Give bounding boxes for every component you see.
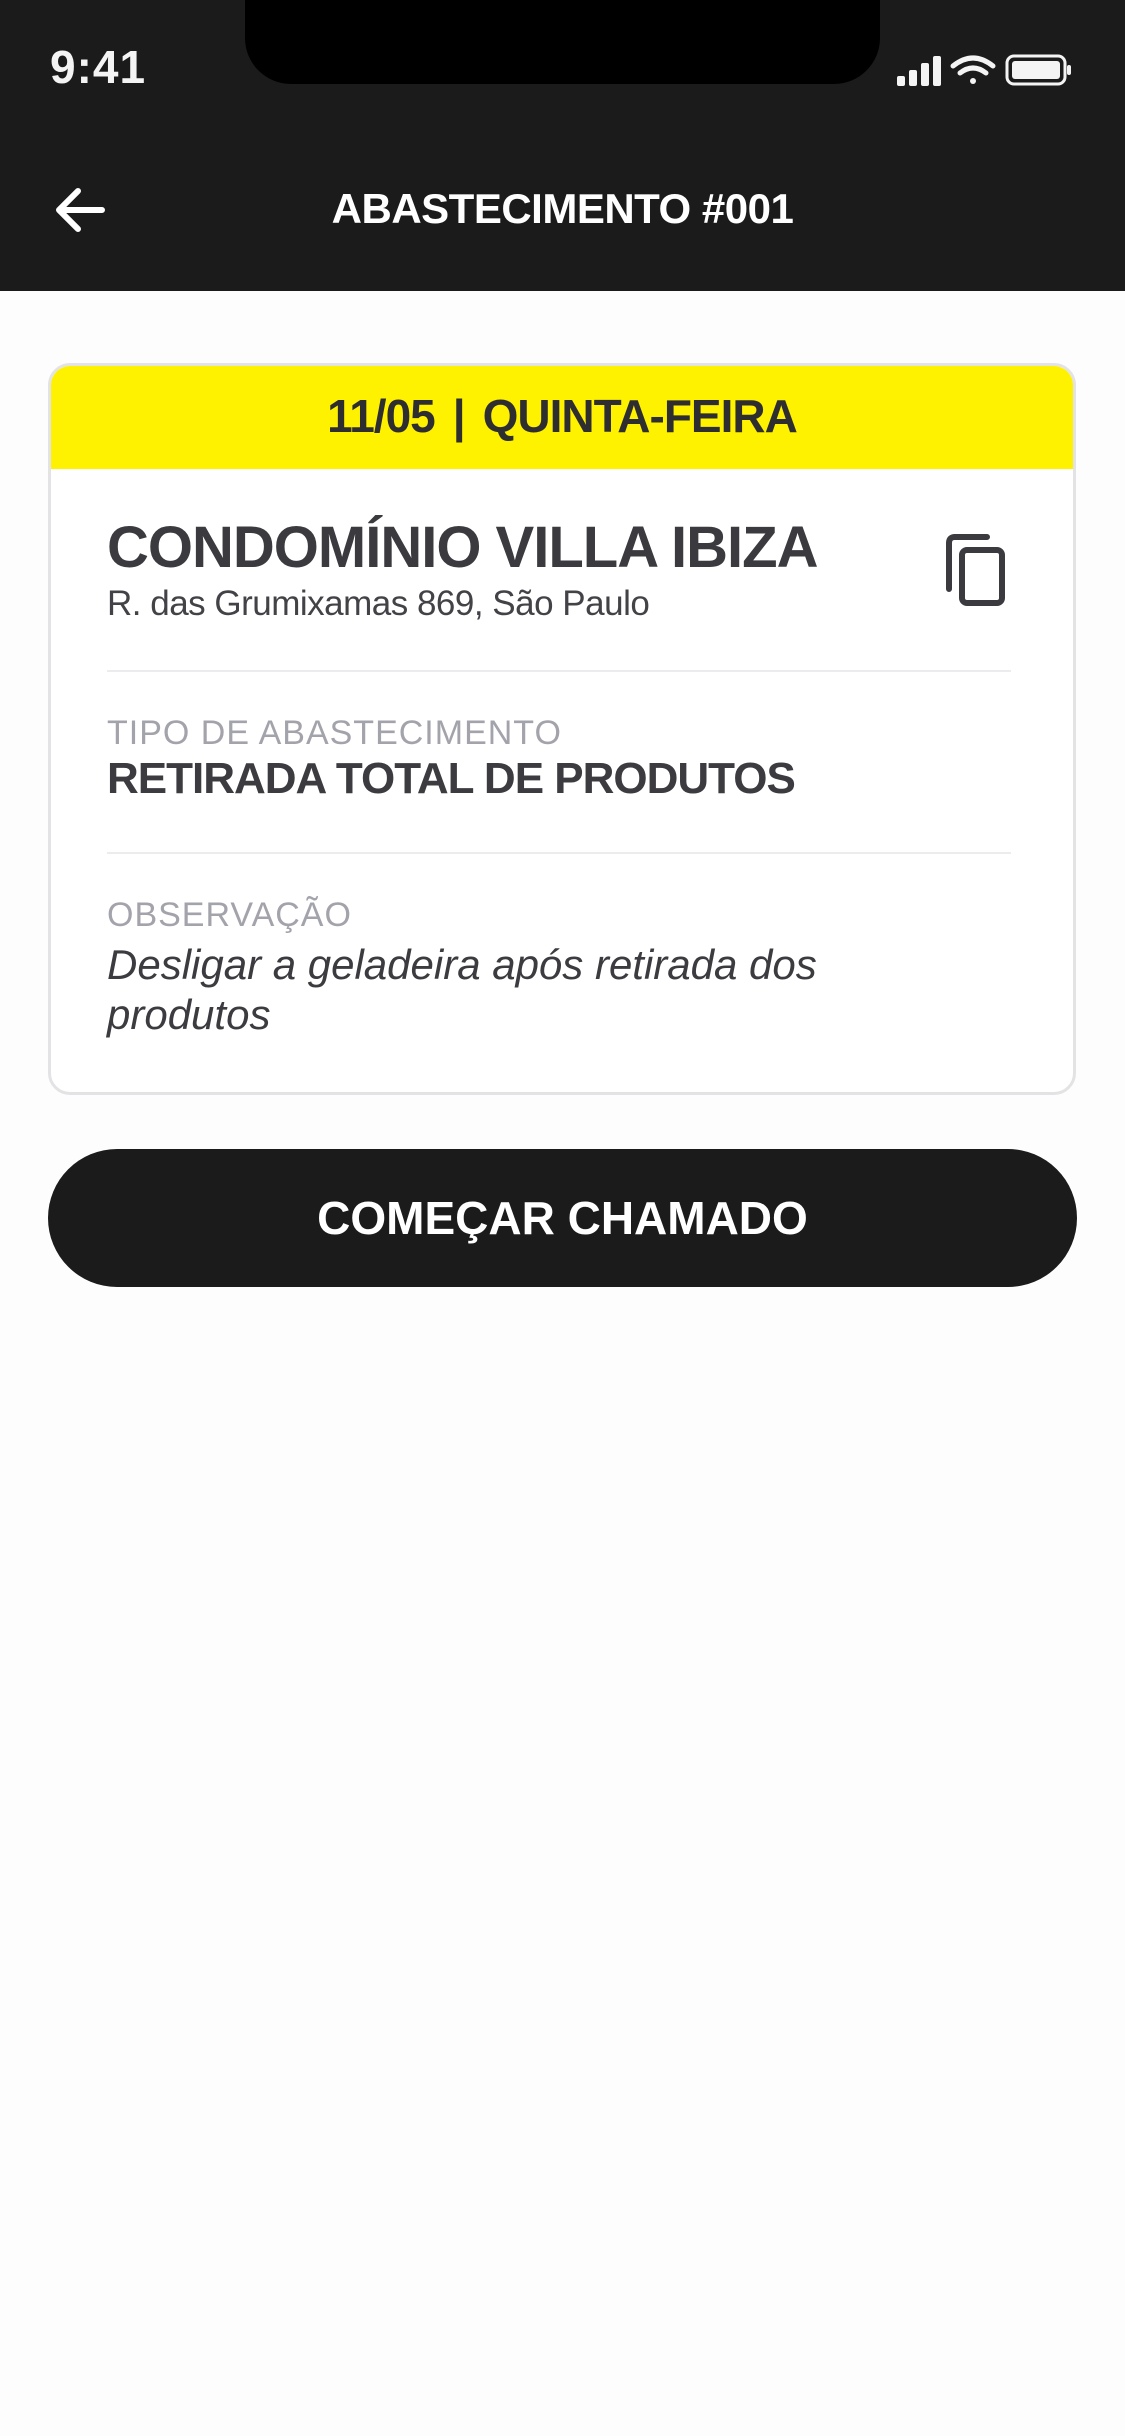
note-label: OBSERVAÇÃO <box>107 896 352 934</box>
note-value: Desligar a geladeira após retirada dos p… <box>107 941 817 1038</box>
supply-type-label: TIPO DE ABASTECIMENTO <box>107 714 562 752</box>
signal-icon <box>897 56 941 86</box>
status-icons <box>897 54 1071 86</box>
supply-type-value: RETIRADA TOTAL DE PRODUTOS <box>107 754 796 803</box>
battery-icon <box>1005 54 1071 86</box>
copy-icon <box>946 534 1005 606</box>
divider <box>107 852 1011 854</box>
copy-address-button[interactable] <box>931 526 1021 616</box>
device-notch <box>245 0 880 84</box>
date-text: 11/05 <box>327 390 436 442</box>
weekday-text: QUINTA-FEIRA <box>482 390 798 442</box>
place-address: R. das Grumixamas 869, São Paulo <box>107 584 650 623</box>
wifi-icon <box>950 55 996 84</box>
start-call-button[interactable]: COMEÇAR CHAMADO <box>48 1149 1077 1287</box>
supply-card: 11/05 | QUINTA-FEIRA CONDOMÍNIO VILLA IB… <box>48 363 1076 1095</box>
page-title: ABASTECIMENTO #001 <box>331 185 794 232</box>
date-bar: 11/05 | QUINTA-FEIRA <box>51 366 1073 469</box>
status-time: 9:41 <box>50 41 147 93</box>
app-header: 9:41 ABASTECIMENTO #001 <box>0 0 1125 291</box>
date-separator: | <box>452 390 466 442</box>
place-name: CONDOMÍNIO VILLA IBIZA <box>107 515 818 580</box>
divider <box>107 670 1011 672</box>
